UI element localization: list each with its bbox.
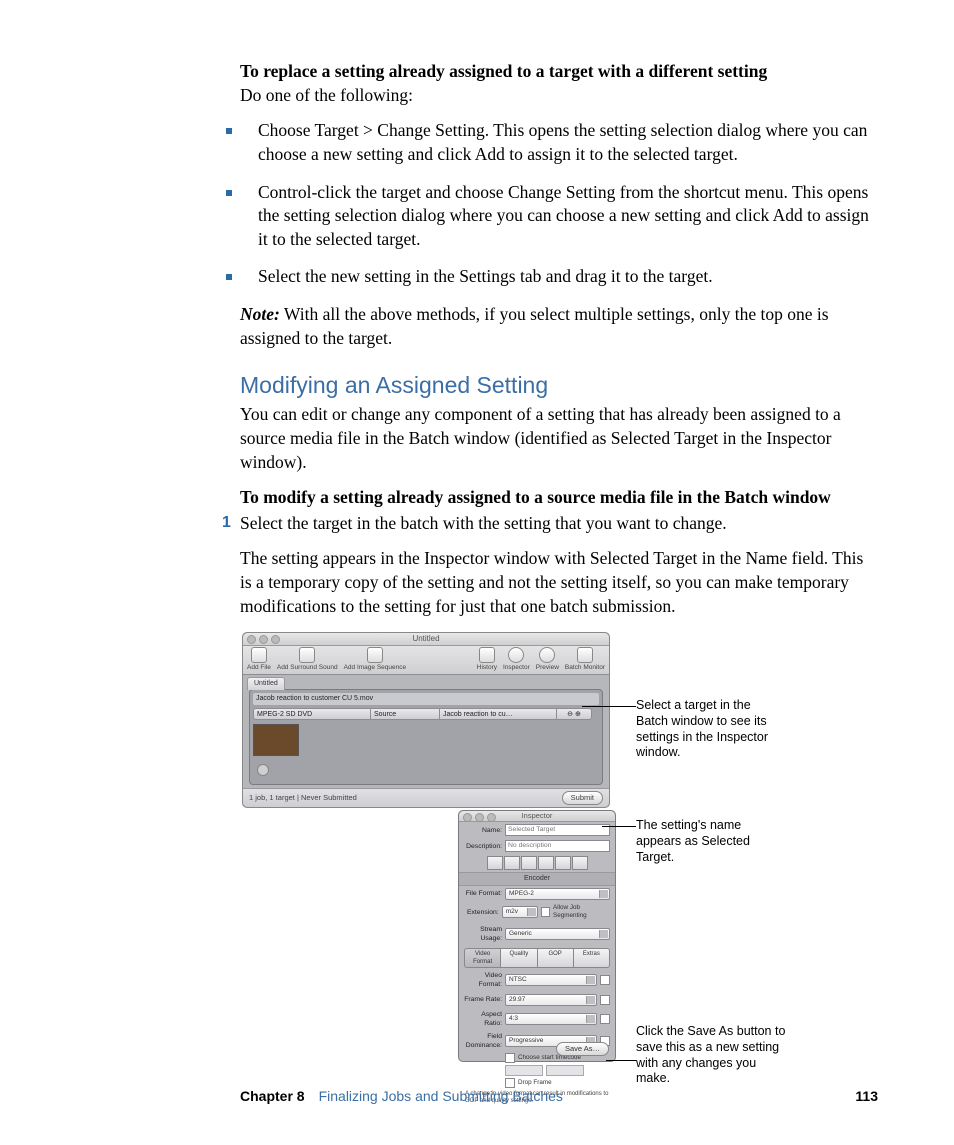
videoformat-label: Video Format: — [464, 971, 502, 989]
aspect-dropdown[interactable]: 4:3 — [505, 1013, 597, 1025]
status-text: 1 job, 1 target | Never Submitted — [249, 793, 357, 803]
section-heading: Modifying an Assigned Setting — [240, 370, 878, 401]
choose-start-checkbox[interactable] — [505, 1053, 515, 1063]
leader-line — [582, 706, 636, 707]
status-strip: 1 job, 1 target | Never Submitted Submit — [243, 788, 609, 807]
surround-icon — [299, 647, 315, 663]
tab-video-format[interactable]: Video Format — [464, 948, 501, 968]
intro-sub: Do one of the following: — [240, 85, 413, 105]
tab-extras[interactable]: Extras — [574, 948, 610, 968]
streamusage-dropdown[interactable]: Generic — [505, 928, 610, 940]
bullet-item: Choose Target > Change Setting. This ope… — [240, 119, 878, 166]
page-footer: Chapter 8 Finalizing Jobs and Submitting… — [240, 1087, 878, 1106]
task-heading: To modify a setting already assigned to … — [240, 486, 878, 510]
allow-seg-checkbox[interactable] — [541, 907, 550, 917]
section-para: You can edit or change any component of … — [240, 403, 878, 474]
encoder-tabs[interactable]: Video Format Quality GOP Extras — [464, 948, 610, 968]
inspector-button[interactable]: Inspector — [503, 647, 530, 673]
bullet-list: Choose Target > Change Setting. This ope… — [240, 119, 878, 289]
description-label: Description: — [464, 842, 502, 851]
batch-monitor-button[interactable]: Batch Monitor — [565, 647, 605, 673]
chapter-title: Finalizing Jobs and Submitting Batches — [319, 1087, 563, 1106]
note-text: With all the above methods, if you selec… — [240, 304, 829, 348]
description-field[interactable]: No description — [505, 840, 610, 852]
preview-icon — [539, 647, 555, 663]
step-number: 1 — [222, 512, 231, 534]
framerate-label: Frame Rate: — [464, 995, 502, 1004]
batch-toolbar: Add File Add Surround Sound Add Image Se… — [243, 646, 609, 675]
history-button[interactable]: History — [477, 647, 497, 673]
traffic-lights[interactable] — [463, 813, 496, 822]
traffic-lights[interactable] — [247, 635, 280, 644]
videoformat-dropdown[interactable]: NTSC — [505, 974, 597, 986]
intro: To replace a setting already assigned to… — [240, 60, 878, 107]
allow-seg-label: Allow Job Segmenting — [553, 904, 610, 921]
lock-icon[interactable] — [600, 1014, 610, 1024]
target-dest-cell: Source — [371, 708, 440, 720]
page-number: 113 — [855, 1087, 878, 1106]
preview-button[interactable]: Preview — [536, 647, 559, 673]
tab-strip: Untitled — [243, 675, 609, 689]
add-file-button[interactable]: Add File — [247, 647, 271, 673]
lock-icon[interactable] — [600, 995, 610, 1005]
bullet-item: Control-click the target and choose Chan… — [240, 181, 878, 252]
submit-button[interactable]: Submit — [562, 791, 603, 805]
chapter-label: Chapter 8 — [240, 1087, 305, 1106]
leader-line — [602, 826, 636, 827]
callout-selected-target: The setting's name appears as Selected T… — [636, 818, 786, 865]
framerate-dropdown[interactable]: 29.97 — [505, 994, 597, 1006]
note: Note: With all the above methods, if you… — [240, 303, 878, 350]
history-icon — [479, 647, 495, 663]
step-text: Select the target in the batch with the … — [240, 512, 878, 536]
monitor-icon — [577, 647, 593, 663]
job-name: Jacob reaction to customer CU 5.mov — [253, 693, 599, 704]
batch-window: Untitled Add File Add Surround Sound Add… — [242, 632, 610, 808]
target-row[interactable]: MPEG-2 SD DVD Source Jacob reaction to c… — [253, 708, 599, 720]
name-label: Name: — [464, 826, 502, 835]
inspector-titlebar: Inspector — [459, 811, 615, 822]
inspector-window: Inspector Name: Selected Target Descript… — [458, 810, 616, 1062]
batch-body: Jacob reaction to customer CU 5.mov MPEG… — [249, 689, 603, 785]
thumbnail — [253, 724, 299, 756]
bullet-item: Select the new setting in the Settings t… — [240, 265, 878, 289]
leader-line — [606, 1060, 636, 1061]
inspector-icon — [508, 647, 524, 663]
inspector-tabs-icons[interactable] — [459, 856, 615, 870]
add-image-seq-button[interactable]: Add Image Sequence — [344, 647, 407, 673]
note-label: Note: — [240, 304, 280, 324]
image-seq-icon — [367, 647, 383, 663]
extension-dropdown[interactable]: m2v — [502, 906, 538, 918]
target-actions-cell[interactable]: ⊖ ⊕ — [557, 708, 592, 720]
streamusage-label: Stream Usage: — [464, 925, 502, 943]
timecode-fields[interactable] — [459, 1064, 615, 1077]
batch-tab[interactable]: Untitled — [247, 677, 285, 689]
callout-select-target: Select a target in the Batch window to s… — [636, 698, 786, 761]
field-label: Field Dominance: — [464, 1032, 502, 1050]
tab-gop[interactable]: GOP — [538, 948, 574, 968]
figure: Untitled Add File Add Surround Sound Add… — [240, 632, 878, 1082]
extension-label: Extension: — [464, 908, 499, 917]
encoder-heading: Encoder — [459, 872, 615, 885]
name-field[interactable]: Selected Target — [505, 824, 610, 836]
step-row: 1 Select the target in the batch with th… — [240, 512, 878, 536]
fileformat-label: File Format: — [464, 889, 502, 898]
aspect-label: Aspect Ratio: — [464, 1010, 502, 1028]
intro-heading: To replace a setting already assigned to… — [240, 61, 767, 81]
fileformat-dropdown[interactable]: MPEG-2 — [505, 888, 610, 900]
batch-titlebar: Untitled — [243, 633, 609, 646]
batch-title: Untitled — [412, 634, 439, 643]
scrubber[interactable] — [253, 762, 599, 768]
file-icon — [251, 647, 267, 663]
tab-quality[interactable]: Quality — [501, 948, 537, 968]
lock-icon[interactable] — [600, 975, 610, 985]
page: To replace a setting already assigned to… — [0, 0, 954, 1145]
save-as-button[interactable]: Save As… — [556, 1042, 609, 1056]
add-surround-button[interactable]: Add Surround Sound — [277, 647, 338, 673]
section-para2: The setting appears in the Inspector win… — [240, 547, 878, 618]
callout-save-as: Click the Save As button to save this as… — [636, 1024, 786, 1087]
target-setting-cell: MPEG-2 SD DVD — [253, 708, 371, 720]
inspector-title: Inspector — [522, 811, 553, 820]
target-output-cell: Jacob reaction to cu… — [440, 708, 557, 720]
